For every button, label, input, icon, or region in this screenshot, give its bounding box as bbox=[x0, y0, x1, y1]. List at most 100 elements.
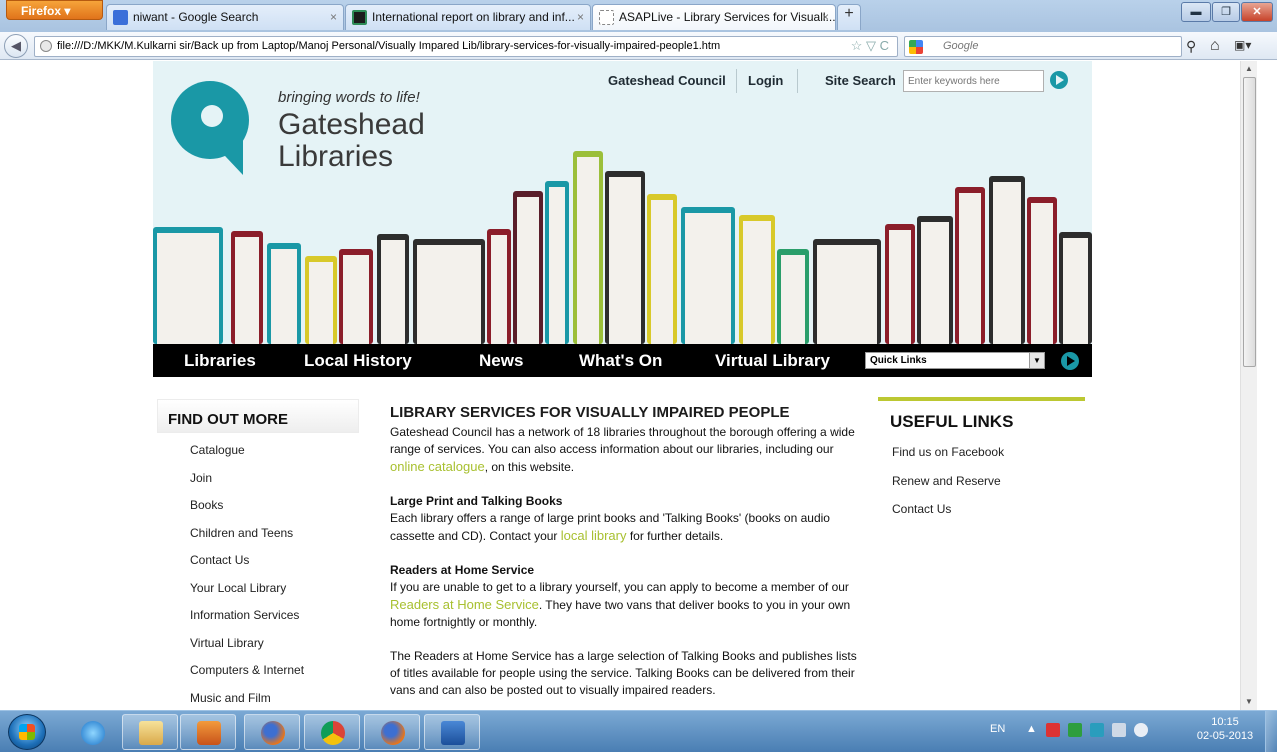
section-heading: Readers at Home Service bbox=[390, 563, 535, 577]
local-library-link[interactable]: local library bbox=[561, 528, 627, 543]
url-bar[interactable]: file:///D:/MKK/M.Kulkarni sir/Back up fr… bbox=[34, 36, 898, 57]
facebook-link[interactable]: Find us on Facebook bbox=[878, 438, 1085, 467]
show-desktop-button[interactable] bbox=[1265, 711, 1277, 752]
tab-international-report[interactable]: International report on library and inf.… bbox=[345, 4, 591, 30]
minimize-button[interactable]: ▬ bbox=[1181, 2, 1211, 22]
site-search-input[interactable] bbox=[903, 70, 1044, 92]
nav-local-history[interactable]: Local History bbox=[304, 351, 412, 371]
taskbar: EN ▲ 10:15 02-05-2013 bbox=[0, 710, 1277, 752]
find-out-more-heading: FIND OUT MORE bbox=[157, 399, 359, 433]
sidebar-item-books[interactable]: Books bbox=[157, 492, 359, 520]
book-pages bbox=[1063, 238, 1088, 344]
sidebar-item-join[interactable]: Join bbox=[157, 465, 359, 493]
sidebar-item-your-local-library[interactable]: Your Local Library bbox=[157, 575, 359, 603]
site-identity-icon[interactable] bbox=[40, 40, 52, 52]
sidebar-item-contact-us[interactable]: Contact Us bbox=[157, 547, 359, 575]
book-pages bbox=[921, 222, 949, 344]
article: LIBRARY SERVICES FOR VISUALLY IMPAIRED P… bbox=[390, 404, 860, 710]
quick-links-select[interactable]: Quick Links ▼ bbox=[865, 352, 1045, 369]
maximize-button[interactable]: ❐ bbox=[1212, 2, 1240, 22]
close-icon[interactable]: × bbox=[822, 10, 829, 24]
document-favicon bbox=[352, 10, 367, 25]
google-engine-icon[interactable] bbox=[909, 40, 923, 54]
firefox-icon bbox=[261, 721, 285, 745]
clock[interactable]: 10:15 02-05-2013 bbox=[1196, 715, 1254, 743]
book-pages bbox=[549, 187, 565, 344]
new-tab-button[interactable]: + bbox=[837, 4, 861, 30]
readers-at-home-link[interactable]: Readers at Home Service bbox=[390, 597, 539, 612]
taskbar-firefox[interactable] bbox=[244, 714, 300, 750]
gateshead-council-link[interactable]: Gateshead Council bbox=[608, 73, 726, 88]
taskbar-file-explorer[interactable] bbox=[122, 714, 178, 750]
start-button[interactable] bbox=[8, 714, 46, 750]
nav-libraries[interactable]: Libraries bbox=[184, 351, 256, 371]
network-icon[interactable] bbox=[1112, 723, 1126, 737]
book-pages bbox=[381, 240, 405, 344]
tab-google-search[interactable]: niwant - Google Search × bbox=[106, 4, 344, 30]
action-center-icon[interactable] bbox=[1046, 723, 1060, 737]
tab-title: International report on library and inf.… bbox=[372, 10, 575, 24]
site-search-label: Site Search bbox=[825, 73, 896, 88]
online-catalogue-link[interactable]: online catalogue bbox=[390, 459, 485, 474]
close-icon[interactable]: × bbox=[330, 10, 337, 24]
bookmark-star-icon[interactable]: ☆ ▽ C bbox=[851, 38, 889, 54]
paragraph-text: Gateshead Council has a network of 18 li… bbox=[390, 425, 855, 456]
vertical-scrollbar[interactable]: ▲ ▼ bbox=[1240, 61, 1257, 710]
scroll-down-icon[interactable]: ▼ bbox=[1245, 697, 1253, 706]
scroll-thumb[interactable] bbox=[1243, 77, 1256, 367]
quick-links-go-icon[interactable] bbox=[1060, 351, 1080, 371]
sidebar-item-virtual-library[interactable]: Virtual Library bbox=[157, 630, 359, 658]
site-header: bringing words to life! Gateshead Librar… bbox=[153, 61, 1092, 344]
sidebar-item-information-services[interactable]: Information Services bbox=[157, 602, 359, 630]
book-pages bbox=[959, 193, 981, 344]
book-pages bbox=[889, 230, 911, 344]
nav-whats-on[interactable]: What's On bbox=[579, 351, 662, 371]
sidebar-item-children-and-teens[interactable]: Children and Teens bbox=[157, 520, 359, 548]
volume-icon[interactable] bbox=[1134, 723, 1148, 737]
section-heading: Large Print and Talking Books bbox=[390, 494, 563, 508]
article-title: LIBRARY SERVICES FOR VISUALLY IMPAIRED P… bbox=[390, 404, 790, 421]
sidebar-item-catalogue[interactable]: Catalogue bbox=[157, 437, 359, 465]
google-favicon bbox=[113, 10, 128, 25]
language-indicator[interactable]: EN bbox=[990, 723, 1005, 735]
main-navigation: Libraries Local History News What's On V… bbox=[153, 344, 1092, 377]
close-icon[interactable]: × bbox=[577, 10, 584, 24]
bookmarks-menu-icon[interactable]: ▣▾ bbox=[1234, 38, 1262, 56]
contact-us-link[interactable]: Contact Us bbox=[878, 495, 1085, 524]
search-icon[interactable]: ⚲ bbox=[1186, 38, 1196, 55]
useful-links-panel: USEFUL LINKS Find us on Facebook Renew a… bbox=[878, 397, 1085, 524]
taskbar-media-player[interactable] bbox=[180, 714, 236, 750]
sidebar-item-music-and-film[interactable]: Music and Film bbox=[157, 685, 359, 711]
chevron-down-icon[interactable]: ▼ bbox=[1029, 353, 1044, 368]
home-icon[interactable]: ⌂ bbox=[1210, 37, 1220, 55]
search-go-icon[interactable] bbox=[1049, 70, 1069, 90]
taskbar-internet-explorer[interactable] bbox=[64, 714, 120, 750]
paragraph-text: for further details. bbox=[626, 529, 724, 543]
taskbar-word[interactable] bbox=[424, 714, 480, 750]
login-link[interactable]: Login bbox=[748, 73, 783, 88]
browser-search-input[interactable]: Google bbox=[904, 36, 1182, 57]
title-bar: Firefox ▾ niwant - Google Search × Inter… bbox=[0, 0, 1277, 32]
book-pages bbox=[609, 177, 641, 344]
book-pages bbox=[157, 233, 219, 344]
renew-and-reserve-link[interactable]: Renew and Reserve bbox=[878, 467, 1085, 496]
sidebar-item-computers-internet[interactable]: Computers & Internet bbox=[157, 657, 359, 685]
security-icon[interactable] bbox=[1068, 723, 1082, 737]
scroll-up-icon[interactable]: ▲ bbox=[1245, 64, 1253, 73]
nav-news[interactable]: News bbox=[479, 351, 523, 371]
tab-asaplive[interactable]: ASAPLive - Library Services for Visuall.… bbox=[592, 4, 836, 30]
tray-expand-icon[interactable]: ▲ bbox=[1026, 723, 1037, 735]
app-tray-icon[interactable] bbox=[1090, 723, 1104, 737]
close-window-button[interactable]: ✕ bbox=[1241, 2, 1273, 22]
book-pages bbox=[309, 262, 333, 344]
taskbar-chrome[interactable] bbox=[304, 714, 360, 750]
navigation-toolbar: ◀ file:///D:/MKK/M.Kulkarni sir/Back up … bbox=[0, 32, 1277, 60]
bookshelf-illustration bbox=[153, 151, 1092, 344]
nav-virtual-library[interactable]: Virtual Library bbox=[715, 351, 830, 371]
sidebar-list: Catalogue Join Books Children and Teens … bbox=[157, 433, 359, 710]
back-button[interactable]: ◀ bbox=[4, 34, 28, 58]
book-pages bbox=[993, 182, 1021, 344]
paragraph-text: , on this website. bbox=[484, 460, 575, 474]
firefox-menu-button[interactable]: Firefox ▾ bbox=[6, 0, 103, 20]
taskbar-firefox-2[interactable] bbox=[364, 714, 420, 750]
